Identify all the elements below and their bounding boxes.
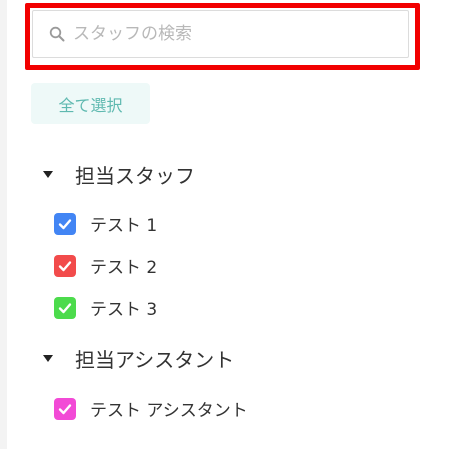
member-label: テスト 3 <box>90 300 158 320</box>
select-all-button[interactable]: 全て選択 <box>31 83 150 124</box>
search-icon <box>46 23 68 45</box>
member-row[interactable]: テスト アシスタント <box>54 396 248 421</box>
left-strip <box>0 0 7 449</box>
search-input[interactable] <box>73 24 373 44</box>
check-icon <box>58 260 72 271</box>
member-row[interactable]: テスト 1 <box>54 211 157 236</box>
member-label: テスト アシスタント <box>90 401 248 421</box>
checkbox[interactable] <box>54 296 76 319</box>
checkbox[interactable] <box>54 254 76 277</box>
member-row[interactable]: テスト 2 <box>54 253 157 278</box>
group-header-staff[interactable]: 担当スタッフ <box>42 160 195 189</box>
member-label: テスト 2 <box>90 258 158 278</box>
member-label: テスト 1 <box>90 216 158 236</box>
check-icon <box>58 302 72 313</box>
group-label: 担当スタッフ <box>75 164 195 188</box>
caret-down-icon <box>43 171 53 178</box>
group-label: 担当アシスタント <box>75 348 235 372</box>
caret-down-icon <box>43 355 53 362</box>
search-box[interactable] <box>32 10 409 58</box>
check-icon <box>58 218 72 229</box>
checkbox[interactable] <box>54 212 76 235</box>
member-row[interactable]: テスト 3 <box>54 295 157 320</box>
check-icon <box>58 403 72 414</box>
group-header-assistant[interactable]: 担当アシスタント <box>42 344 234 373</box>
checkbox[interactable] <box>54 397 76 420</box>
